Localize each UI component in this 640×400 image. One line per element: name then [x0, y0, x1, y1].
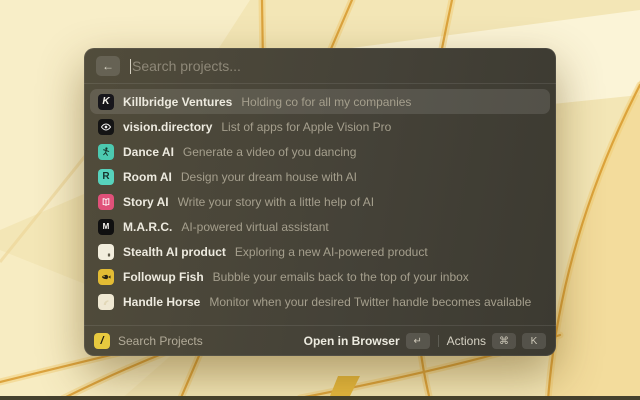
- open-book-icon: [98, 194, 114, 210]
- list-item-stealth-ai-product[interactable]: Stealth AI product Exploring a new AI-po…: [90, 239, 550, 264]
- list-item-dance-ai[interactable]: Dance AI Generate a video of you dancing: [90, 139, 550, 164]
- letter-r-icon: R: [98, 169, 114, 185]
- item-description: Write your story with a little help of A…: [178, 195, 375, 209]
- search-input[interactable]: [132, 58, 544, 74]
- killbridge-mark-icon: K: [98, 94, 114, 110]
- open-in-browser-label: Open in Browser: [304, 334, 400, 348]
- blank-cream-icon: [98, 294, 114, 310]
- text-cursor: [130, 59, 131, 74]
- dancer-icon: [98, 144, 114, 160]
- open-in-browser-button[interactable]: Open in Browser ↵: [304, 333, 430, 349]
- project-list: K Killbridge Ventures Holding co for all…: [84, 84, 556, 325]
- list-item-story-ai[interactable]: Story AI Write your story with a little …: [90, 189, 550, 214]
- list-item-handle-horse[interactable]: Handle Horse Monitor when your desired T…: [90, 289, 550, 314]
- back-button[interactable]: ←: [96, 56, 120, 76]
- item-title: Story AI: [123, 195, 169, 209]
- footer-command-label: Search Projects: [118, 334, 203, 348]
- list-item-marc[interactable]: M M.A.R.C. AI-powered virtual assistant: [90, 214, 550, 239]
- item-title: Stealth AI product: [123, 245, 226, 259]
- fish-icon: [98, 269, 114, 285]
- item-title: vision.directory: [123, 120, 212, 134]
- item-description: List of apps for Apple Vision Pro: [221, 120, 391, 134]
- item-description: Bubble your emails back to the top of yo…: [213, 270, 469, 284]
- actions-label: Actions: [447, 334, 486, 348]
- footer-divider: [438, 335, 439, 347]
- item-title: Dance AI: [123, 145, 174, 159]
- list-item-room-ai[interactable]: R Room AI Design your dream house with A…: [90, 164, 550, 189]
- actions-button[interactable]: Actions ⌘ K: [447, 333, 546, 349]
- icon-glyph: R: [102, 172, 109, 182]
- blank-light-icon: [98, 244, 114, 260]
- eye-icon: [98, 119, 114, 135]
- command-key-icon: ⌘: [492, 333, 516, 349]
- list-item-followup-fish[interactable]: Followup Fish Bubble your emails back to…: [90, 264, 550, 289]
- item-description: Holding co for all my companies: [241, 95, 411, 109]
- list-item-killbridge-ventures[interactable]: K Killbridge Ventures Holding co for all…: [90, 89, 550, 114]
- item-title: M.A.R.C.: [123, 220, 172, 234]
- search-bar: ←: [84, 48, 556, 83]
- search-field-wrap: [130, 58, 544, 74]
- icon-glyph: K: [102, 97, 109, 107]
- item-description: Monitor when your desired Twitter handle…: [209, 295, 531, 309]
- item-title: Room AI: [123, 170, 172, 184]
- back-arrow-icon: ←: [102, 59, 114, 73]
- item-title: Handle Horse: [123, 295, 200, 309]
- command-palette-window: ← K Killbridge Ventures Holding co for a…: [84, 48, 556, 356]
- list-item-vision-directory[interactable]: vision.directory List of apps for Apple …: [90, 114, 550, 139]
- item-title: Followup Fish: [123, 270, 204, 284]
- item-description: AI-powered virtual assistant: [181, 220, 328, 234]
- item-title: Killbridge Ventures: [123, 95, 232, 109]
- extension-icon: /: [94, 333, 110, 349]
- letter-m-icon: M: [98, 219, 114, 235]
- icon-glyph: M: [103, 223, 110, 231]
- item-description: Exploring a new AI-powered product: [235, 245, 428, 259]
- enter-key-icon: ↵: [406, 333, 430, 349]
- k-key-icon: K: [522, 333, 546, 349]
- footer-bar: / Search Projects Open in Browser ↵ Acti…: [84, 325, 556, 356]
- item-description: Generate a video of you dancing: [183, 145, 356, 159]
- item-description: Design your dream house with AI: [181, 170, 357, 184]
